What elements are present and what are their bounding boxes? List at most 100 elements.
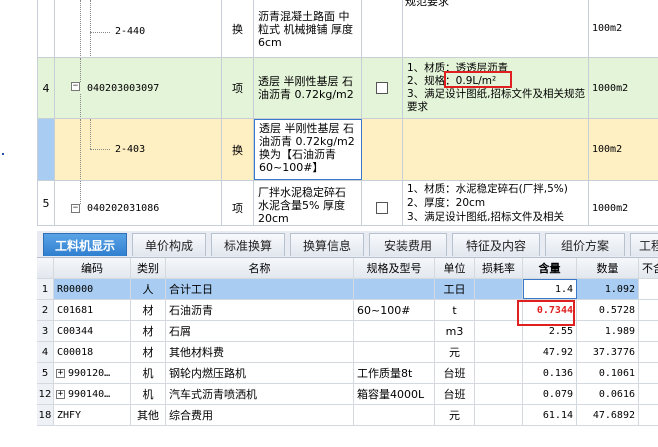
col-spec[interactable]: 规格及型号 xyxy=(354,258,435,278)
code-cell[interactable]: C01681 xyxy=(54,300,131,320)
tab-features-content[interactable]: 特征及内容 xyxy=(452,233,540,256)
code-cell[interactable]: ZHFY xyxy=(54,405,131,425)
name-cell[interactable]: 石油沥青 xyxy=(166,300,354,320)
content-cell[interactable]: 1.4 xyxy=(523,279,577,299)
code-cell[interactable]: − 040202031086 xyxy=(55,181,222,225)
cat-cell[interactable]: 机 xyxy=(131,384,166,404)
code-cell[interactable]: C00018 xyxy=(54,342,131,362)
content-cell[interactable]: 0.136 xyxy=(523,363,577,383)
spec-cell[interactable]: 工作质量8t xyxy=(354,363,435,383)
content-cell[interactable]: 0.079 xyxy=(523,384,577,404)
spec-cell[interactable]: 60~100# xyxy=(354,300,435,320)
name-cell[interactable]: 合计工日 xyxy=(166,279,354,299)
cat-cell[interactable]: 其他 xyxy=(131,405,166,425)
excl-cell[interactable] xyxy=(639,363,658,383)
cat-cell[interactable]: 材 xyxy=(131,300,166,320)
excl-cell[interactable] xyxy=(639,321,658,341)
unit-cell[interactable]: 元 xyxy=(435,342,475,362)
name-cell[interactable]: 其他材料费 xyxy=(166,342,354,362)
table-row[interactable]: 18 ZHFY 其他 综合费用 元 61.14 47.6892 xyxy=(37,405,658,426)
col-quantity[interactable]: 数量 xyxy=(577,258,639,278)
loss-cell[interactable] xyxy=(475,342,523,362)
name-cell[interactable]: 综合费用 xyxy=(166,405,354,425)
name-cell[interactable]: 钢轮内燃压路机 xyxy=(166,363,354,383)
loss-cell[interactable] xyxy=(475,300,523,320)
table-row[interactable]: 1 R00000 人合计工日 工日 1.4 1.092 xyxy=(37,279,658,300)
qty-cell[interactable]: 37.3776 xyxy=(577,342,639,362)
features-cell[interactable] xyxy=(403,119,589,180)
grid-row[interactable]: 4 − 040203003097 项 透层 半刚性基层 石油沥青 0.72kg/… xyxy=(38,58,658,119)
excl-cell[interactable] xyxy=(639,279,658,299)
code-cell[interactable]: 2-440 xyxy=(55,0,222,57)
unit-cell[interactable]: t xyxy=(435,300,475,320)
code-cell[interactable]: R00000 xyxy=(54,279,131,299)
content-cell[interactable]: 61.14 xyxy=(523,405,577,425)
checkbox[interactable] xyxy=(376,202,388,214)
checkbox[interactable] xyxy=(376,82,388,94)
unit-cell[interactable]: 元 xyxy=(435,405,475,425)
name-cell[interactable]: 石屑 xyxy=(166,321,354,341)
excl-cell[interactable] xyxy=(639,405,658,425)
excl-cell[interactable] xyxy=(639,384,658,404)
name-cell[interactable]: 厂拌水泥稳定碎石 水泥含量5% 厚度20cm xyxy=(254,181,362,225)
spec-cell[interactable]: 箱容量4000L xyxy=(354,384,435,404)
code-cell[interactable]: +990140… xyxy=(54,384,131,404)
cat-cell[interactable]: 材 xyxy=(131,321,166,341)
col-unit[interactable]: 单位 xyxy=(435,258,475,278)
qty-cell[interactable]: 0.1061 xyxy=(577,363,639,383)
content-cell[interactable]: 47.92 xyxy=(523,342,577,362)
tab-labor-material-machine[interactable]: 工料机显示 xyxy=(43,233,127,256)
tab-pricing-plan[interactable]: 组价方案 xyxy=(545,233,625,256)
tab-conversion-info[interactable]: 换算信息 xyxy=(290,233,364,256)
code-cell[interactable]: − 040203003097 xyxy=(55,58,222,118)
excl-cell[interactable] xyxy=(639,300,658,320)
expand-icon[interactable]: + xyxy=(56,368,65,378)
col-loss-rate[interactable]: 损耗率 xyxy=(475,258,523,278)
loss-cell[interactable] xyxy=(475,384,523,404)
col-code[interactable]: 编码 xyxy=(54,258,131,278)
table-row[interactable]: 4 C00018 材其他材料费 元 47.92 37.3776 xyxy=(37,342,658,363)
unit-cell[interactable]: m3 xyxy=(435,321,475,341)
name-cell[interactable]: 沥青混凝土路面 中粒式 机械摊铺 厚度6cm xyxy=(254,0,362,57)
collapse-icon[interactable]: − xyxy=(71,82,80,91)
code-cell[interactable]: C00344 xyxy=(54,321,131,341)
spec-cell[interactable] xyxy=(354,279,435,299)
grid-row[interactable]: 2-440 换 沥青混凝土路面 中粒式 机械摊铺 厚度6cm 规范要求 100m… xyxy=(38,0,658,58)
unit-cell[interactable]: 台班 xyxy=(435,363,475,383)
features-cell[interactable]: 1、材质：水泥稳定碎石(厂拌,5%) 2、厚度：20cm 3、满足设计图纸,招标… xyxy=(403,181,589,225)
tab-standard-conversion[interactable]: 标准换算 xyxy=(211,233,285,256)
cat-cell[interactable]: 材 xyxy=(131,342,166,362)
qty-cell[interactable]: 0.0616 xyxy=(577,384,639,404)
unit-cell[interactable]: 工日 xyxy=(435,279,475,299)
tab-unit-price[interactable]: 单价构成 xyxy=(132,233,206,256)
code-cell[interactable]: +990120… xyxy=(54,363,131,383)
collapse-icon[interactable]: − xyxy=(71,204,80,213)
grid-row[interactable]: 2-403 换 透层 半刚性基层 石油沥青 0.72kg/m2 换为【石油沥青6… xyxy=(38,119,658,181)
col-content[interactable]: 含量 xyxy=(523,258,577,278)
col-category[interactable]: 类别 xyxy=(131,258,166,278)
excl-cell[interactable] xyxy=(639,342,658,362)
expand-icon[interactable]: + xyxy=(56,389,65,399)
qty-cell[interactable]: 47.6892 xyxy=(577,405,639,425)
spec-cell[interactable] xyxy=(354,321,435,341)
tab-install-cost[interactable]: 安装费用 xyxy=(369,233,447,256)
table-row[interactable]: 5 +990120… 机钢轮内燃压路机 工作质量8t 台班 0.136 0.1061 xyxy=(37,363,658,384)
col-name[interactable]: 名称 xyxy=(166,258,354,278)
name-cell[interactable]: 汽车式沥青喷洒机 xyxy=(166,384,354,404)
spec-cell[interactable] xyxy=(354,405,435,425)
grid-row[interactable]: 5 − 040202031086 项 厂拌水泥稳定碎石 水泥含量5% 厚度20c… xyxy=(38,181,658,226)
features-cell[interactable]: 1、材质：透透层沥青 2、规格：0.9L/m² 3、满足设计图纸,招标文件及相关… xyxy=(403,58,589,118)
qty-cell[interactable]: 1.092 xyxy=(577,279,639,299)
table-row[interactable]: 12 +990140… 机汽车式沥青喷洒机 箱容量4000L 台班 0.079 0.0616 xyxy=(37,384,658,405)
spec-cell[interactable] xyxy=(354,342,435,362)
cat-cell[interactable]: 人 xyxy=(131,279,166,299)
features-cell[interactable]: 规范要求 xyxy=(403,0,589,57)
cat-cell[interactable]: 机 xyxy=(131,363,166,383)
col-excl[interactable]: 不含 xyxy=(639,258,658,278)
check-cell[interactable] xyxy=(362,181,403,225)
loss-cell[interactable] xyxy=(475,363,523,383)
loss-cell[interactable] xyxy=(475,321,523,341)
loss-cell[interactable] xyxy=(475,279,523,299)
tab-project[interactable]: 工程 xyxy=(630,233,658,256)
qty-cell[interactable]: 1.989 xyxy=(577,321,639,341)
